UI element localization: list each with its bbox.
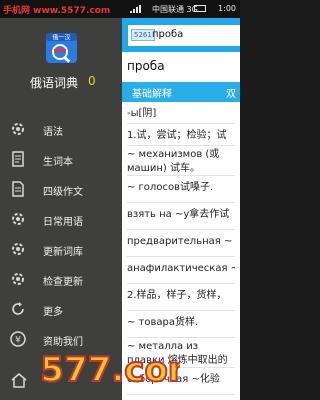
logo-text: 俄一汉 (52, 34, 70, 42)
menu-item-label: 语法 (43, 127, 63, 138)
watermark-logo-text: 5577.com (40, 350, 180, 390)
gear-icon (12, 243, 24, 255)
tab-basic-explanation[interactable]: 基础解释 (132, 85, 172, 100)
list-item: ~ товара货样. (127, 311, 235, 338)
app-logo-icon: 俄一汉 (46, 33, 77, 63)
gear-icon (12, 273, 24, 285)
tab-bilingual[interactable]: 双 (226, 85, 236, 100)
menu-item-more[interactable]: 更多 (0, 296, 122, 326)
list-item: 1.试，尝试；检验；试 (127, 124, 235, 146)
tab-bar: 基础解释 双 (122, 82, 240, 102)
watermark-logo: 5577.com (40, 349, 180, 390)
headword: проба (127, 59, 165, 73)
signal-icon (130, 5, 141, 13)
drawer-menu: 语法 生词本 四级作文 日常用语 更新词库 检查更新 更多 ¥ 资助我们 (0, 116, 122, 356)
home-icon[interactable] (10, 372, 28, 388)
svg-text:¥: ¥ (15, 336, 21, 346)
menu-item-vocabulary-book[interactable]: 生词本 (0, 146, 122, 176)
search-input[interactable]: 5261 проба (128, 25, 240, 46)
yen-icon: ¥ (10, 331, 26, 347)
refresh-icon (12, 302, 24, 315)
carrier-label: 中国联通 3G (152, 5, 198, 14)
drawer-header: 俄一汉 俄语词典 0 (0, 18, 122, 100)
menu-item-check-update[interactable]: 检查更新 (0, 266, 122, 296)
menu-item-label: 日常用语 (43, 217, 83, 228)
notebook-icon (12, 151, 24, 167)
menu-item-cet4-writing[interactable]: 四级作文 (0, 176, 122, 206)
dictionary-panel: 5261 проба проба 基础解释 双 -ы[阴] 1.试，尝试；检验；… (122, 18, 240, 400)
status-bar: 手机网 www.5577.com 中国联通 3G 1:00 (0, 0, 240, 18)
navigation-drawer: 俄一汉 俄语词典 0 语法 生词本 四级作文 日常用语 更新词库 检查更新 更多… (0, 18, 122, 400)
app-title: 俄语词典 (30, 76, 79, 90)
document-icon (12, 181, 24, 197)
gear-icon (12, 123, 24, 135)
watermark-text: 手机网 www.5577.com (3, 6, 111, 16)
menu-item-label: 四级作文 (43, 187, 83, 198)
list-item: анафилактическая ~ (127, 257, 235, 284)
list-item: -ы[阴] (127, 102, 235, 124)
battery-icon (194, 5, 206, 12)
clock: 1:00 (218, 4, 236, 13)
list-item: ~ голосов试嗓子. (127, 176, 235, 203)
count-badge: 0 (88, 74, 96, 88)
menu-item-label: 检查更新 (43, 277, 83, 288)
list-item: предварительная ~ (127, 230, 235, 257)
search-value: проба (152, 29, 184, 40)
menu-item-label: 更多 (43, 307, 63, 318)
menu-item-label: 更新词库 (43, 247, 83, 258)
list-item: 2.样品，样子，货样， (127, 284, 235, 311)
search-bar: 5261 проба (122, 18, 240, 52)
menu-item-daily-phrases[interactable]: 日常用语 (0, 206, 122, 236)
list-item: взять на ~у拿去作试 (127, 203, 235, 230)
menu-item-label: 生词本 (43, 157, 73, 168)
menu-item-grammar[interactable]: 语法 (0, 116, 122, 146)
gear-icon (12, 213, 24, 225)
menu-item-update-dictionary[interactable]: 更新词库 (0, 236, 122, 266)
list-item: ~ механизмов (或машин) 试车。 (127, 146, 235, 176)
